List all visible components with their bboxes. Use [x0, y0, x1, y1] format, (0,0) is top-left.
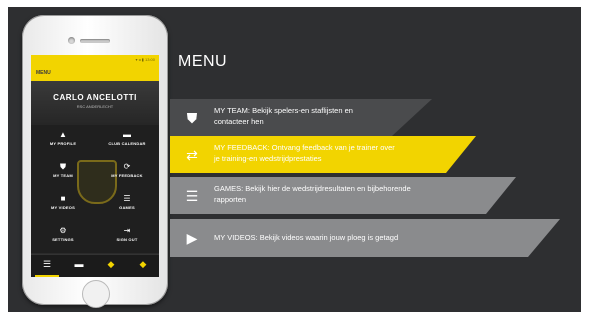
shield-icon: ⛊ [60, 162, 66, 171]
home-button [82, 280, 110, 308]
tile-label: MY FEEDBACK [111, 173, 143, 178]
presentation-slide: ▾ ◂ ▮ 13:00 MENU CARLO ANCELOTTI RSC AND… [8, 7, 581, 312]
menu-item-line: GAMES: Bekijk hier de wedstrijdresultate… [214, 184, 411, 193]
menu-item-my-feedback[interactable]: ⇄ MY FEEDBACK: Ontvang feedback van je t… [170, 136, 476, 173]
menu-item-text: MY TEAM: Bekijk spelers-en staflijsten e… [214, 105, 353, 127]
list-icon: ☰ [123, 194, 131, 203]
menu-item-line: MY VIDEOS: Bekijk videos waarin jouw plo… [214, 233, 399, 242]
profile-header: CARLO ANCELOTTI RSC ANDERLECHT [31, 81, 159, 125]
menu-item-games[interactable]: ☰ GAMES: Bekijk hier de wedstrijdresulta… [170, 177, 516, 214]
menu-item-my-videos[interactable]: ▶ MY VIDEOS: Bekijk videos waarin jouw p… [170, 219, 560, 257]
menu-item-text: GAMES: Bekijk hier de wedstrijdresultate… [214, 183, 411, 205]
active-tab-indicator [35, 275, 59, 277]
tile-games[interactable]: ☰ GAMES [95, 189, 159, 221]
calendar-icon: ▬ [123, 130, 131, 139]
shield-icon: ⛊ [186, 110, 198, 126]
video-icon: ■ [60, 194, 66, 203]
tile-settings[interactable]: ⚙ SETTINGS [31, 221, 95, 253]
bottom-tab-bar: ☰ ▬ ◆ ◆ [31, 254, 159, 277]
tile-my-feedback[interactable]: ⟳ MY FEEDBACK [95, 157, 159, 189]
tile-label: MY PROFILE [49, 141, 77, 146]
signout-icon: ⇥ [123, 226, 131, 235]
person-icon: ▲ [59, 130, 67, 139]
status-bar: ▾ ◂ ▮ 13:00 [31, 55, 159, 65]
tile-label: GAMES [119, 205, 135, 210]
menu-item-text: MY VIDEOS: Bekijk videos waarin jouw plo… [214, 232, 398, 243]
tile-label: MY TEAM [53, 173, 73, 178]
tile-club-calendar[interactable]: ▬ CLUB CALENDAR [95, 125, 159, 157]
tab-notifications[interactable]: ◆ [127, 259, 159, 270]
profile-name: CARLO ANCELOTTI [53, 93, 137, 102]
menu-item-my-team[interactable]: ⛊ MY TEAM: Bekijk spelers-en staflijsten… [170, 99, 432, 136]
tile-label: SETTINGS [52, 237, 74, 242]
phone-screen: ▾ ◂ ▮ 13:00 MENU CARLO ANCELOTTI RSC AND… [31, 55, 159, 277]
tile-sign-out[interactable]: ⇥ SIGN OUT [95, 221, 159, 253]
profile-subtitle: RSC ANDERLECHT [76, 104, 114, 109]
tile-my-profile[interactable]: ▲ MY PROFILE [31, 125, 95, 157]
gear-icon: ⚙ [59, 226, 67, 235]
tab-calendar[interactable]: ▬ [63, 259, 95, 269]
menu-item-line: contacteer hen [214, 117, 264, 126]
phone-speaker [80, 39, 110, 43]
phone-mockup: ▾ ◂ ▮ 13:00 MENU CARLO ANCELOTTI RSC AND… [22, 15, 168, 308]
tile-label: CLUB CALENDAR [108, 141, 146, 146]
tile-label: MY VIDEOS [51, 205, 75, 210]
tab-menu[interactable]: ☰ [31, 259, 63, 270]
tile-label: SIGN OUT [116, 237, 138, 242]
menu-item-text: MY FEEDBACK: Ontvang feedback van je tra… [214, 142, 395, 164]
phone-camera [68, 37, 75, 44]
tile-my-team[interactable]: ⛊ MY TEAM [31, 157, 95, 189]
menu-grid: ▲ MY PROFILE ▬ CLUB CALENDAR ⛊ MY TEAM ⟳… [31, 125, 159, 253]
tab-chat[interactable]: ◆ [95, 259, 127, 270]
menu-item-line: MY FEEDBACK: Ontvang feedback van je tra… [214, 143, 395, 152]
menu-item-line: MY TEAM: Bekijk spelers-en staflijsten e… [214, 106, 353, 115]
menu-item-line: rapporten [214, 195, 247, 204]
menu-item-line: je training-en wedstrijdprestaties [214, 154, 322, 163]
feedback-icon: ⇄ [186, 147, 198, 163]
menu-title: MENU [178, 53, 228, 70]
feedback-icon: ⟳ [123, 162, 131, 171]
tile-my-videos[interactable]: ■ MY VIDEOS [31, 189, 95, 221]
list-icon: ☰ [185, 188, 199, 204]
app-bar-title: MENU [31, 65, 159, 81]
video-camera-icon: ▶ [186, 230, 198, 246]
